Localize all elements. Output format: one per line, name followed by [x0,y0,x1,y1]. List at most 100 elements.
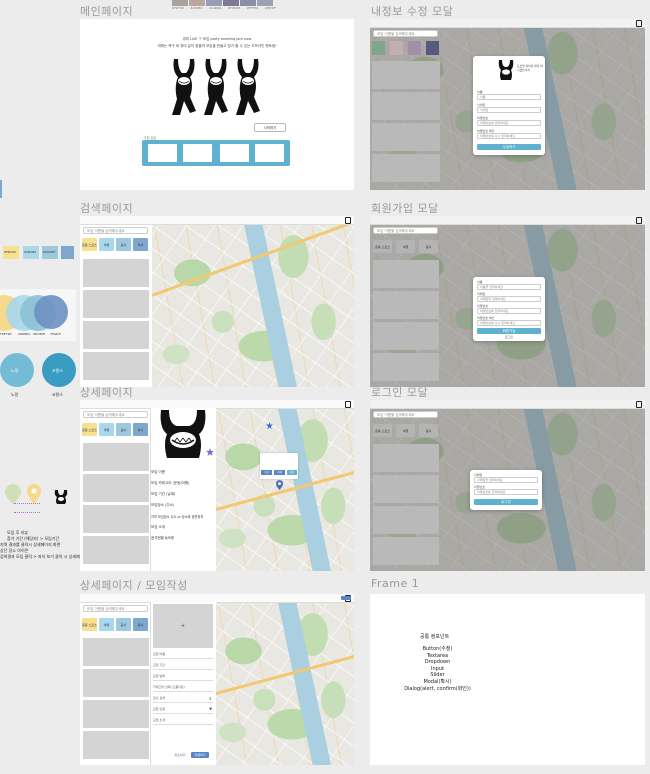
image-upload[interactable]: + [153,604,213,648]
search-input[interactable]: 모임 이름을 검색해주세요 [83,605,148,612]
mascot-caption: 프로필 이미지 변경 하시겠습니까 [517,64,543,72]
top-swatch-label: #FFFFD2 [246,7,259,10]
category-button[interactable]: 독서 [133,238,148,251]
list-card[interactable] [372,92,440,120]
start-button[interactable]: 시작하기 [254,123,286,132]
detail-create-frame: 모임 이름을 검색해주세요 운동·스포츠 여행 음식 독서 + 모임 이름 모임… [80,594,354,765]
form-row[interactable]: 장소 검색 [153,696,213,703]
popup-join-button[interactable]: 참석 [287,470,297,475]
list-card[interactable] [83,443,149,471]
login-link[interactable]: 로그인 [473,335,545,339]
top-bar [80,594,354,603]
category-button[interactable]: 운동·스포츠 [82,618,97,631]
search-input[interactable]: 모임 이름을 검색해주세요 [373,30,438,37]
category-button[interactable]: 운동·스포츠 [373,240,392,253]
login-submit-button[interactable]: 로그인 [474,499,538,505]
map-popup: 수정 삭제 참석 [260,453,298,479]
list-card[interactable] [373,353,439,381]
category-button[interactable]: 음식 [419,240,438,253]
list-card[interactable] [373,291,439,319]
grid-card[interactable] [183,144,212,162]
list-card[interactable] [83,505,149,533]
category-button[interactable]: 운동·스포츠 [82,423,97,436]
list-card[interactable] [83,536,149,564]
login-password-field[interactable]: 비밀번호를 입력하세요 [474,489,538,495]
category-button[interactable]: 여행 [99,238,114,251]
category-button[interactable]: 음식 [116,423,131,436]
list-card[interactable] [83,290,149,318]
category-button[interactable]: 여행 [396,240,415,253]
signup-name-field[interactable]: 이름을 입력하세요 [477,284,541,290]
list-card[interactable] [372,61,440,89]
palette-swatch-label: #F9E79D [4,251,16,254]
category-button[interactable]: 음식 [116,238,131,251]
map-marker-icon[interactable] [276,480,283,490]
category-dropdown[interactable]: 카테고리 선택 (드롭다운) [153,685,213,692]
profile-submit-button[interactable]: 수정하기 [477,144,541,150]
cancel-button[interactable]: 취소하기 [171,752,189,758]
login-email-field[interactable]: 이메일을 입력하세요 [474,477,538,483]
search-input[interactable]: 모임 이름을 검색해주세요 [83,411,148,418]
nickname-field[interactable]: 닉네임 [477,107,541,113]
list-card[interactable] [373,506,439,534]
list-card[interactable] [83,731,149,759]
list-card[interactable] [83,259,149,287]
list-card[interactable] [83,321,149,349]
form-row[interactable]: 모임 소개 [153,718,213,725]
signup-password-confirm-field[interactable]: 비밀번호를 다시 입력하세요 [477,320,541,326]
palette-circles-panel: F9E79D A8D8EA 9DC8DF 7FA6CF [0,289,76,341]
popup-edit-button[interactable]: 수정 [261,470,272,475]
map-pin-icon [5,484,21,504]
password-confirm-field[interactable]: 비밀번호를 다시 입력하세요 [477,133,541,139]
grid-card[interactable] [255,144,284,162]
list-card[interactable] [372,154,440,182]
form-row[interactable]: 모임 이름 [153,652,213,659]
form-row[interactable]: 모임 인원 [153,707,213,714]
chevron-down-icon[interactable]: ▼ [209,707,212,711]
search-input[interactable]: 모임 이름을 검색해주세요 [373,227,438,234]
popup-delete-button[interactable]: 삭제 [274,470,285,475]
palette-circle-label: A8D8EA [18,332,31,336]
create-submit-button[interactable]: 작성하기 [191,752,209,758]
search-input[interactable]: 모임 이름을 검색해주세요 [373,411,438,418]
category-button[interactable]: 독서 [133,423,148,436]
category-button[interactable]: 운동·스포츠 [82,238,97,251]
top-bar-action-button[interactable] [341,596,351,600]
category-button[interactable]: 독서 [133,618,148,631]
password-field[interactable]: 비밀번호를 입력하세요 [477,120,541,126]
list-card[interactable] [372,123,440,151]
list-card[interactable] [83,669,149,697]
color-circle-caption: 코랄스 [52,392,64,397]
form-row[interactable]: 모임 기간 [153,663,213,670]
info-row: 모임 소개 [151,525,165,529]
info-row: 지역 모임장소 주소 or 장소와 장면위치 [151,515,204,519]
signup-submit-button[interactable]: 회원가입 [477,328,541,334]
category-button[interactable]: 여행 [396,424,415,437]
list-card[interactable] [83,638,149,666]
category-button[interactable]: 운동·스포츠 [373,424,392,437]
search-input[interactable]: 모임 이름을 검색해주세요 [83,227,148,234]
name-field[interactable]: 이름 [477,94,541,100]
form-row[interactable]: 모임 날짜 [153,674,213,681]
info-row: 모임 기간 (날짜) [151,492,176,496]
list-card[interactable] [83,474,149,502]
category-button[interactable]: 여행 [99,618,114,631]
grid-card[interactable] [220,144,249,162]
top-swatch-label: #A8D8EA [190,7,203,10]
category-button[interactable]: 음식 [419,424,438,437]
list-card[interactable] [373,322,439,350]
signup-email-field[interactable]: 이메일을 입력하세요 [477,296,541,302]
grid-card[interactable] [148,144,177,162]
list-card[interactable] [83,352,149,380]
category-button[interactable]: 여행 [99,423,114,436]
list-card[interactable] [373,475,439,503]
stepper-icon[interactable]: ⇕ [209,696,212,701]
list-card[interactable] [373,537,439,565]
palette-circle-label: 7FA6CF [50,332,62,336]
category-button[interactable]: 음식 [116,618,131,631]
list-card[interactable] [83,700,149,728]
list-card[interactable] [373,260,439,288]
signup-password-field[interactable]: 비밀번호를 입력하세요 [477,308,541,314]
list-card[interactable] [373,444,439,472]
map-background [216,602,354,765]
